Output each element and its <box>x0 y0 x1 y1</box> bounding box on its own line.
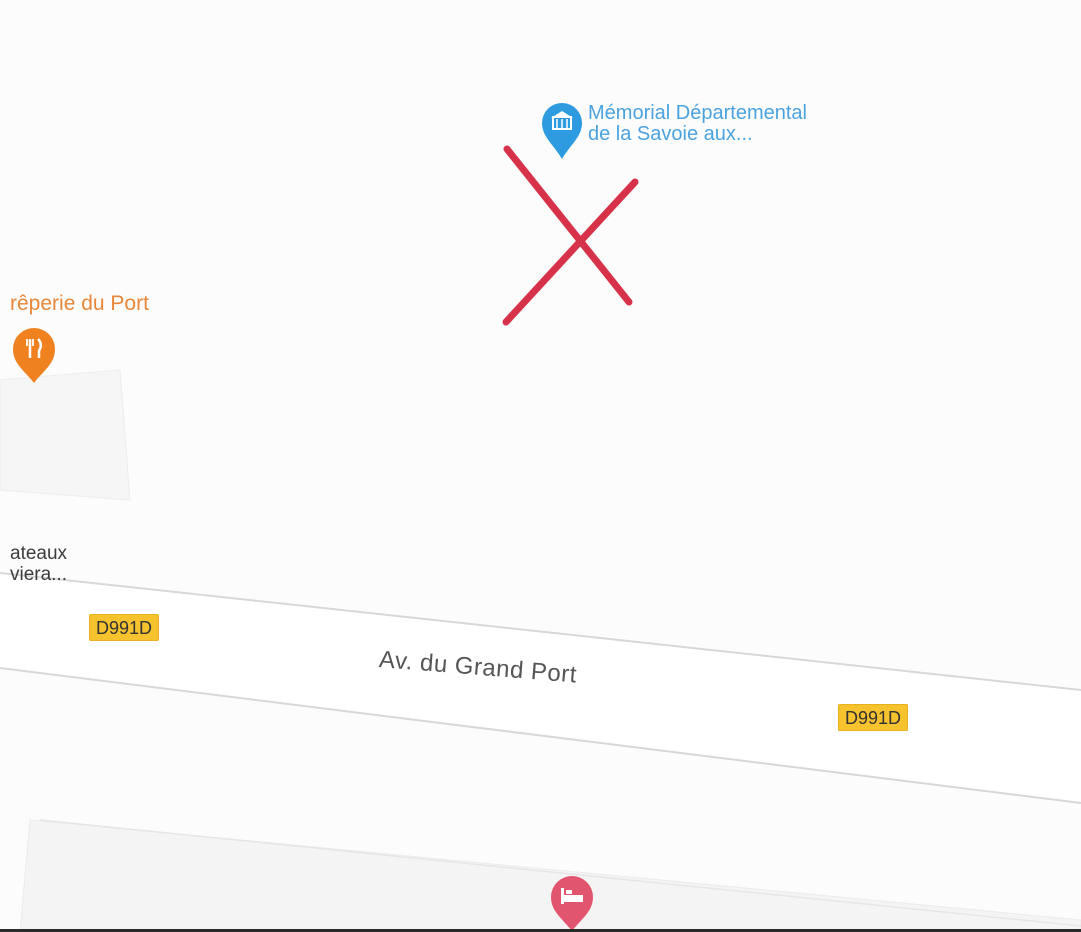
map-area-left <box>0 369 131 501</box>
road-shield: D991D <box>838 704 909 731</box>
road-shield: D991D <box>89 614 160 641</box>
map-base-layer <box>0 103 1081 932</box>
museum-pin[interactable] <box>542 103 582 159</box>
museum-label-line2: de la Savoie aux... <box>588 123 753 145</box>
map-area-bottom <box>19 819 1081 932</box>
restaurant-pin[interactable] <box>13 328 55 383</box>
place-label-line2: viera... <box>10 564 68 585</box>
museum-label-line1: Mémorial Départemental <box>588 102 807 124</box>
cross-mark <box>502 145 639 326</box>
place-label-partial[interactable]: ateaux viera... <box>10 543 67 585</box>
place-label-line1: ateaux <box>10 543 68 564</box>
map-canvas[interactable]: Mémorial Départemental de la Savoie aux.… <box>0 0 1081 932</box>
restaurant-pin-body <box>13 328 55 383</box>
museum-label[interactable]: Mémorial Départemental de la Savoie aux.… <box>588 103 807 145</box>
restaurant-label[interactable]: rêperie du Port <box>10 293 149 314</box>
